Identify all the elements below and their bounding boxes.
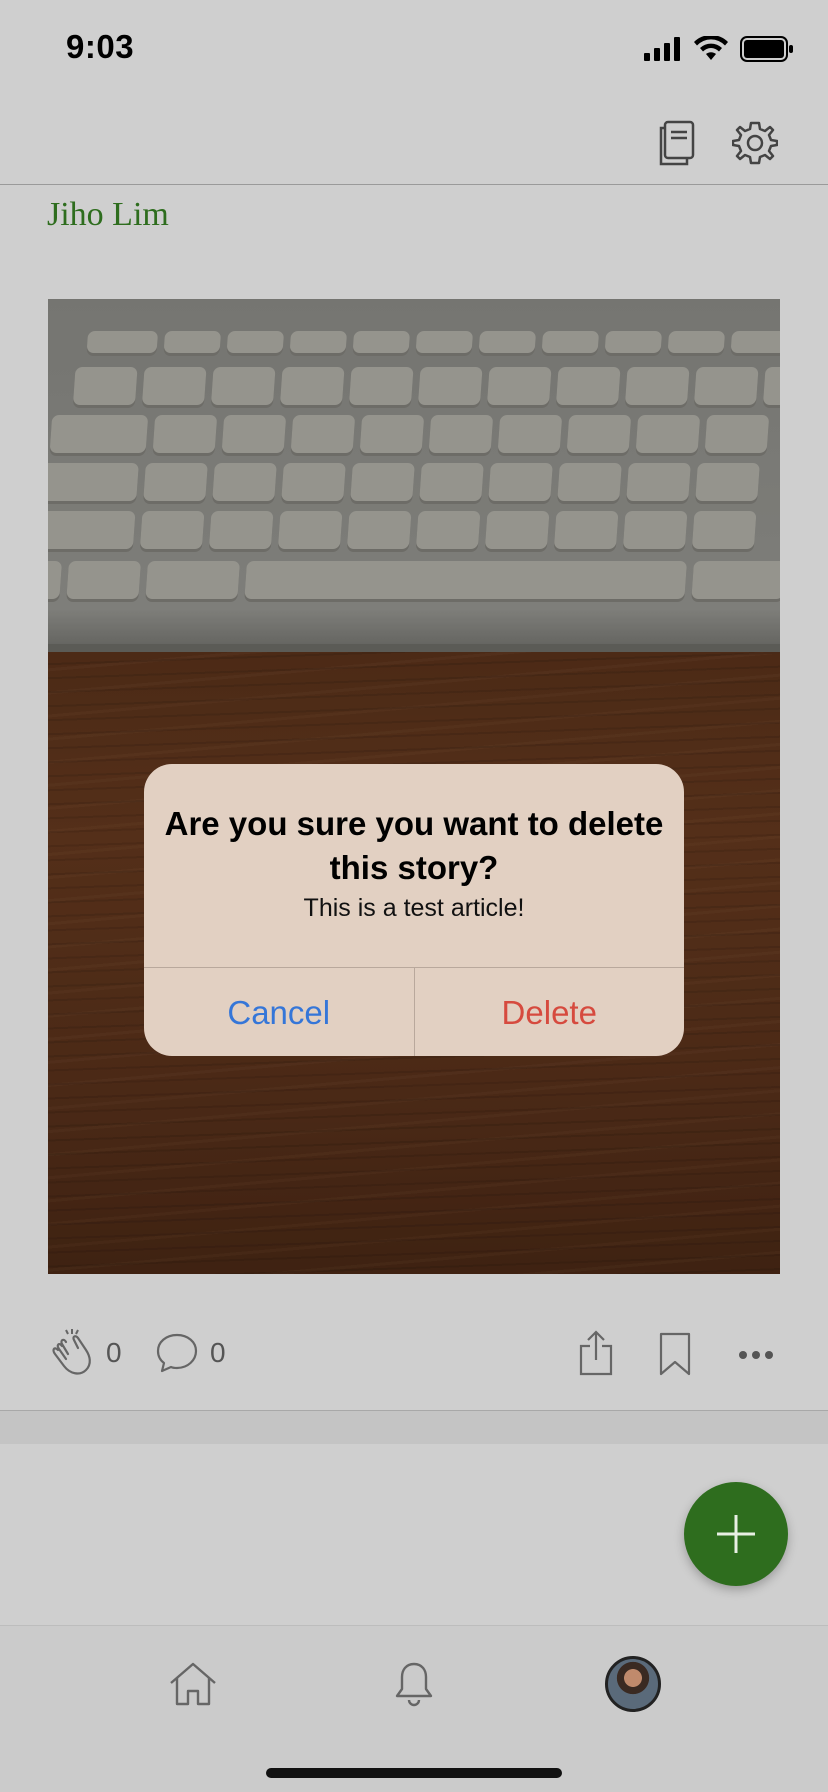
delete-confirm-alert: Are you sure you want to delete this sto…	[144, 764, 684, 1056]
new-story-button[interactable]	[684, 1482, 788, 1586]
post-action-bar: 0 0	[0, 1316, 828, 1411]
alert-buttons: Cancel Delete	[144, 967, 684, 1056]
profile-avatar	[605, 1656, 661, 1712]
bookmark-icon	[659, 1332, 691, 1376]
more-icon	[739, 1351, 773, 1359]
top-nav	[0, 100, 828, 185]
section-divider	[0, 1411, 828, 1444]
tab-profile[interactable]	[605, 1656, 661, 1712]
settings-gear-icon	[732, 121, 778, 165]
wifi-icon	[694, 36, 728, 60]
battery-icon	[740, 36, 793, 62]
tab-notifications[interactable]	[386, 1656, 442, 1712]
alert-message: This is a test article!	[303, 894, 525, 922]
home-icon	[170, 1662, 216, 1706]
settings-button[interactable]	[730, 118, 780, 168]
share-icon	[579, 1330, 613, 1376]
clap-button[interactable]: 0	[48, 1328, 122, 1378]
alert-body: Are you sure you want to delete this sto…	[144, 764, 684, 968]
more-button[interactable]	[738, 1350, 774, 1360]
bookmark-button[interactable]	[658, 1332, 692, 1376]
plus-icon	[717, 1515, 755, 1553]
tab-home[interactable]	[165, 1656, 221, 1712]
clap-count: 0	[106, 1337, 122, 1368]
author-name[interactable]: Jiho Lim	[47, 196, 169, 234]
cancel-button[interactable]: Cancel	[144, 968, 415, 1056]
delete-button[interactable]: Delete	[415, 968, 685, 1056]
home-indicator	[266, 1768, 562, 1778]
status-bar: 9:03	[0, 0, 828, 100]
alert-title: Are you sure you want to delete this sto…	[164, 805, 664, 886]
tab-bar	[0, 1625, 828, 1792]
reading-list-button[interactable]	[652, 118, 702, 168]
share-button[interactable]	[578, 1330, 614, 1376]
screen: 9:03 Jiho Lim 0 0 Are you sure you want …	[0, 0, 828, 1792]
comment-button[interactable]: 0	[156, 1332, 226, 1374]
clap-icon	[52, 1329, 91, 1375]
notifications-bell-icon	[395, 1662, 433, 1707]
status-icons	[644, 36, 794, 62]
reading-list-icon	[659, 120, 695, 166]
comment-count: 0	[210, 1337, 226, 1368]
signal-icon	[644, 37, 680, 61]
comment-icon	[156, 1333, 198, 1373]
status-time: 9:03	[66, 28, 135, 65]
